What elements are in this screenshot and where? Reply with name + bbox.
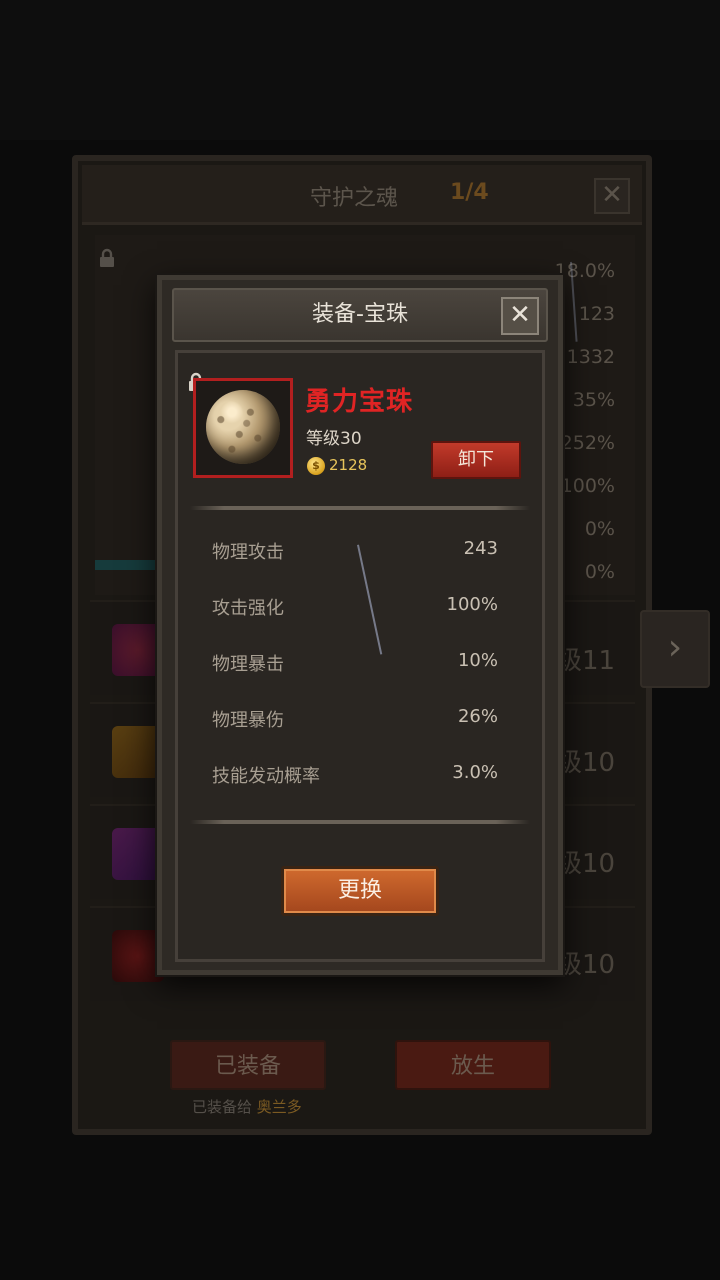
divider — [190, 820, 530, 824]
guardian-soul-title: 守护之魂 — [310, 186, 399, 211]
stat-value: 10% — [457, 650, 498, 671]
equipped-note-label: 已装备给 — [192, 1098, 253, 1116]
background-lock-icon — [100, 248, 114, 267]
soul-slot-level: 级11 — [556, 646, 616, 676]
stat-value: 243 — [463, 538, 498, 559]
stat-value: 3.0% — [452, 762, 498, 783]
equipped-note: 已装备给 奥兰多 — [192, 1096, 302, 1117]
equipped-hero-name: 奥兰多 — [256, 1098, 302, 1116]
replace-button[interactable]: 更换 — [281, 866, 439, 916]
soul-slot-level: 级10 — [556, 950, 616, 980]
guardian-soul-counter: 1/4 — [450, 180, 489, 205]
item-price: 2128 — [329, 456, 368, 474]
background-close-icon[interactable]: ✕ — [594, 178, 630, 214]
stat-name: 物理暴击 — [212, 654, 284, 675]
stat-value: 100% — [446, 594, 498, 615]
divider — [190, 506, 530, 510]
soul-slot-level: 级10 — [556, 748, 616, 778]
stat-name: 物理攻击 — [212, 542, 284, 563]
coin-icon: $ — [307, 457, 325, 475]
stat-name: 技能发动概率 — [212, 766, 320, 787]
release-button[interactable]: 放生 — [395, 1040, 551, 1090]
close-icon[interactable]: ✕ — [501, 297, 539, 335]
unequip-button[interactable]: 卸下 — [431, 441, 521, 479]
top-bar-dimmed — [0, 0, 720, 140]
chevron-right-icon[interactable]: › — [640, 610, 710, 688]
modal-title: 装备-宝珠 — [312, 302, 408, 327]
item-level: 等级30 — [306, 429, 362, 449]
equipped-button[interactable]: 已装备 — [170, 1040, 326, 1090]
item-name: 勇力宝珠 — [305, 387, 414, 417]
stat-name: 物理暴伤 — [212, 710, 284, 731]
background-progress-bar — [95, 560, 157, 570]
soul-slot-level: 级10 — [556, 849, 616, 879]
stat-value: 26% — [457, 706, 498, 727]
stat-name: 攻击强化 — [212, 598, 284, 619]
orb-icon — [206, 390, 280, 464]
